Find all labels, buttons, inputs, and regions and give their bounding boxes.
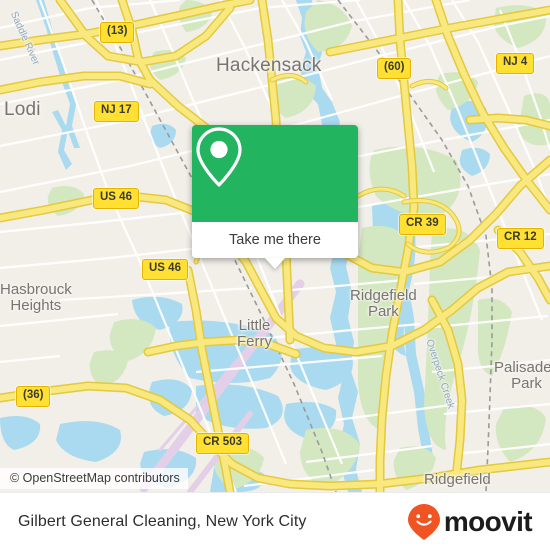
place-title: Gilbert General Cleaning, New York City [18, 512, 307, 530]
moovit-logo[interactable]: moovit [407, 503, 533, 541]
route-shield-us-46-south: US 46 [142, 259, 188, 280]
route-shield-us-46-north: US 46 [93, 188, 139, 209]
map-pin-icon [196, 127, 242, 187]
route-shield-cr-12: CR 12 [497, 228, 544, 249]
map-canvas[interactable]: Hackensack Lodi Hasbrouck Heights Little F… [0, 0, 550, 492]
moovit-smiling-pin-logo-icon [407, 503, 440, 540]
route-shield-36: (36) [16, 386, 51, 407]
route-shield-cr-503: CR 503 [196, 433, 249, 454]
location-callout-card[interactable]: Take me there [192, 125, 358, 269]
route-shield-13: (13) [100, 22, 135, 43]
route-shield-nj-17: NJ 17 [94, 101, 139, 122]
take-me-there-button[interactable]: Take me there [192, 222, 358, 258]
take-me-there-label: Take me there [229, 232, 321, 248]
moovit-wordmark: moovit [443, 505, 533, 537]
screenshot-root: Hackensack Lodi Hasbrouck Heights Little F… [0, 0, 550, 550]
route-shield-cr-39: CR 39 [399, 214, 446, 235]
map-attribution[interactable]: © OpenStreetMap contributors [0, 468, 188, 489]
bottom-bar: Gilbert General Cleaning, New York City … [0, 492, 550, 550]
route-shield-60: (60) [377, 58, 412, 79]
callout-card-pointer [265, 258, 285, 269]
callout-card-header [192, 125, 358, 222]
route-shield-nj-4: NJ 4 [496, 53, 535, 74]
